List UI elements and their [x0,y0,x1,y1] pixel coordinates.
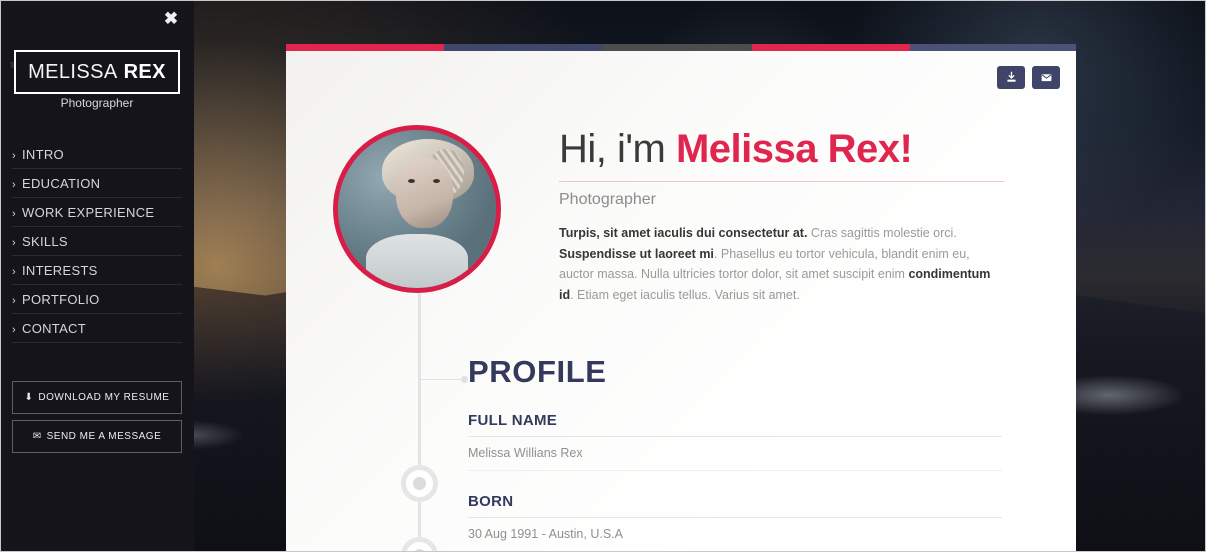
avatar-eye-right [432,178,440,183]
sidebar-name-box: MELISSA REX [14,50,180,94]
sidebar-role: Photographer [60,96,134,110]
greeting-block: Hi, i'm Melissa Rex! Photographer Turpis… [559,127,1004,306]
page-title: Hi, i'm Melissa Rex! [559,127,1004,171]
chevron-right-icon: › [12,237,16,249]
intro-bold-1: Turpis, sit amet iaculis dui consectetur… [559,226,808,240]
sidebar-item-portfolio[interactable]: › PORTFOLIO [12,285,182,314]
profile-heading: PROFILE [468,354,607,389]
greeting-role: Photographer [559,191,656,208]
sidebar-actions: ⬇ DOWNLOAD MY RESUME ✉ SEND ME A MESSAGE [12,381,182,459]
resume-card: Hi, i'm Melissa Rex! Photographer Turpis… [286,44,1076,552]
timeline-dot [401,537,438,552]
avatar [333,125,501,293]
sidebar-name-last: REX [123,60,166,83]
chevron-right-icon: › [12,150,16,162]
timeline-rail [401,293,468,552]
intro-text-1: Cras sagittis molestie orci. [807,226,957,240]
timeline-tick-knob [461,376,468,383]
sidebar-item-label: CONTACT [22,321,86,336]
download-resume-button[interactable] [997,66,1025,89]
download-resume-button[interactable]: ⬇ DOWNLOAD MY RESUME [12,381,182,414]
send-message-label: SEND ME A MESSAGE [46,431,162,442]
topbar-segment-1 [286,44,444,51]
sidebar-item-contact[interactable]: › CONTACT [12,314,182,343]
field-value: 30 Aug 1991 - Austin, U.S.A [468,527,623,541]
topbar-segment-5 [910,44,1076,51]
sidebar-nav: › INTRO › EDUCATION › WORK EXPERIENCE › SKIL… [12,140,182,343]
sidebar-item-education[interactable]: › EDUCATION [12,169,182,198]
send-message-button[interactable] [1032,66,1060,89]
profile-section: PROFILE FULL NAME Melissa Willians Rex B… [468,354,1002,551]
topbar-segment-2 [444,44,602,51]
download-icon: ⬇ [24,391,34,403]
download-resume-label: DOWNLOAD MY RESUME [38,392,170,403]
close-icon[interactable]: ✖ [160,8,182,30]
sidebar-item-work-experience[interactable]: › WORK EXPERIENCE [12,198,182,227]
sidebar-item-interests[interactable]: › INTERESTS [12,256,182,285]
avatar-shoulders [366,234,468,288]
chevron-right-icon: › [12,179,16,191]
sidebar-item-skills[interactable]: › SKILLS [12,227,182,256]
field-value: Melissa Willians Rex [468,446,1002,471]
sidebar-item-label: SKILLS [22,234,68,249]
topbar-segment-3 [602,44,753,51]
profile-field-full-name: FULL NAME Melissa Willians Rex [468,412,1002,471]
intro-bold-2: Suspendisse ut laoreet mi [559,246,714,261]
sidebar-item-label: EDUCATION [22,176,101,191]
greeting-prefix: Hi, i'm [559,127,676,171]
sidebar-item-label: INTRO [22,147,64,162]
chevron-right-icon: › [12,295,16,307]
chevron-right-icon: › [12,208,16,220]
app-root: ≡ MENU ✖ MELISSA REX Photographer ›INTRO… [0,0,1206,552]
top-color-bar [286,44,1076,51]
sidebar-item-intro[interactable]: › INTRO [12,140,182,169]
timeline-dot [401,465,438,502]
greeting-name: Melissa Rex! [675,127,913,171]
field-label: BORN [468,493,1002,518]
chevron-right-icon: › [12,324,16,336]
sidebar-name-first: MELISSA [28,60,118,83]
avatar-face [396,156,454,228]
avatar-photo [333,125,501,293]
envelope-icon: ✉ [32,430,42,442]
topbar-segment-4 [752,44,911,51]
envelope-icon [1041,74,1051,82]
download-icon [1006,71,1016,82]
field-label: FULL NAME [468,412,1002,437]
chevron-right-icon: › [12,266,16,278]
profile-field-born: BORN 30 Aug 1991 - Austin, U.S.A [468,493,1002,551]
timeline-tick [421,379,461,380]
sidebar: ≡ MENU ✖ MELISSA REX Photographer ›INTRO… [0,0,194,552]
intro-paragraph: Turpis, sit amet iaculis dui consectetur… [559,223,1004,306]
sidebar-item-label: WORK EXPERIENCE [22,205,155,220]
send-message-button[interactable]: ✉ SEND ME A MESSAGE [12,420,182,453]
sidebar-item-label: PORTFOLIO [22,292,100,307]
sidebar-item-label: INTERESTS [22,263,98,278]
greeting-divider [559,181,1004,182]
card-action-buttons [997,66,1060,89]
intro-text-3: . Etiam eget iaculis tellus. Varius sit … [570,287,800,302]
avatar-eye-left [407,178,415,183]
